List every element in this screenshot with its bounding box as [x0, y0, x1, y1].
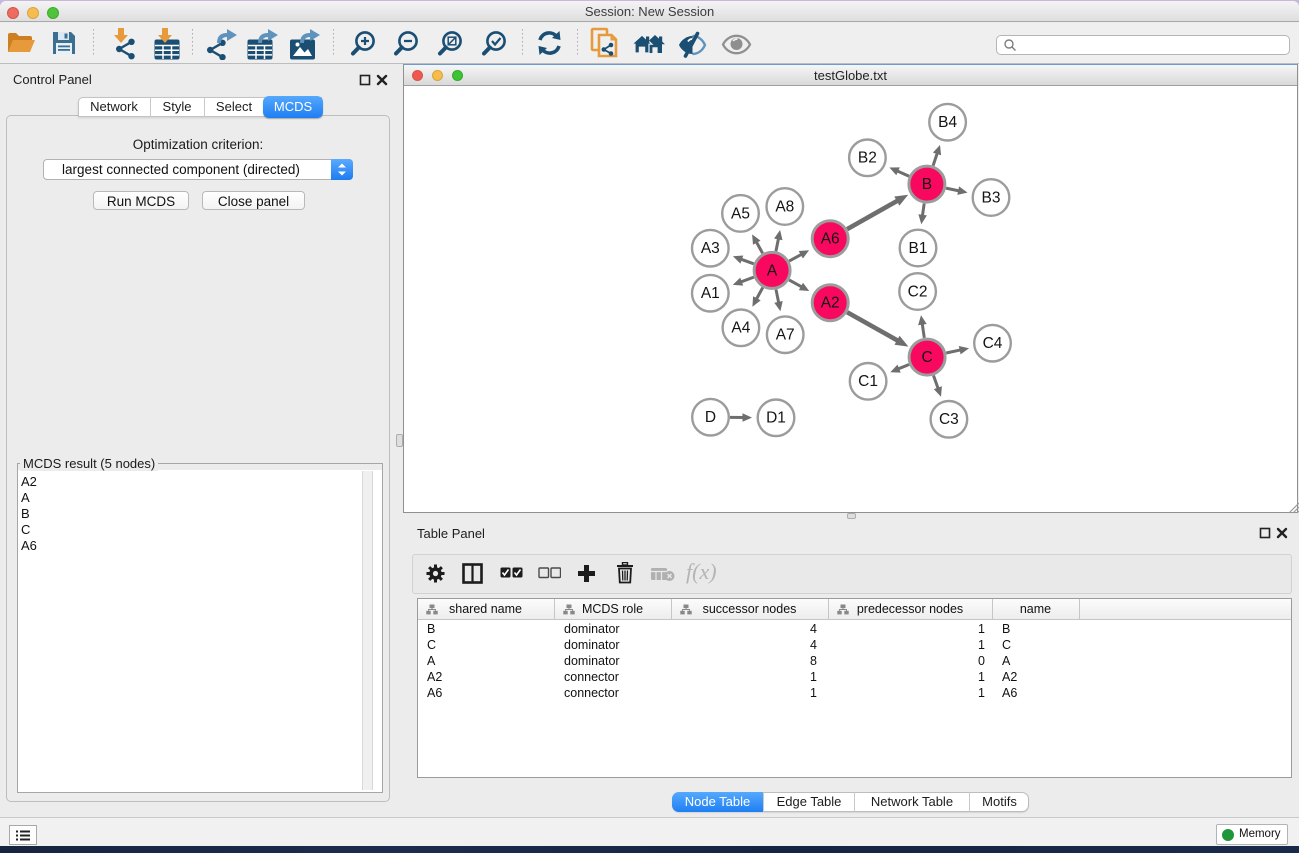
svg-text:A1: A1	[701, 285, 720, 302]
svg-text:A: A	[767, 262, 778, 279]
svg-text:D1: D1	[766, 410, 786, 427]
svg-text:B3: B3	[982, 189, 1001, 206]
svg-text:C2: C2	[908, 283, 928, 300]
svg-text:D: D	[705, 409, 716, 426]
svg-text:B2: B2	[858, 150, 877, 167]
svg-text:C4: C4	[983, 335, 1003, 352]
svg-text:A3: A3	[701, 240, 720, 257]
svg-text:A8: A8	[775, 198, 794, 215]
svg-text:C3: C3	[939, 411, 959, 428]
svg-text:A7: A7	[776, 327, 795, 344]
svg-text:A6: A6	[821, 231, 840, 248]
svg-text:A4: A4	[731, 320, 750, 337]
svg-text:A5: A5	[731, 205, 750, 222]
svg-text:C1: C1	[858, 373, 878, 390]
svg-text:B1: B1	[909, 240, 928, 257]
svg-text:B: B	[922, 176, 932, 193]
svg-text:C: C	[921, 349, 932, 366]
svg-text:B4: B4	[938, 114, 957, 131]
svg-text:A2: A2	[821, 295, 840, 312]
